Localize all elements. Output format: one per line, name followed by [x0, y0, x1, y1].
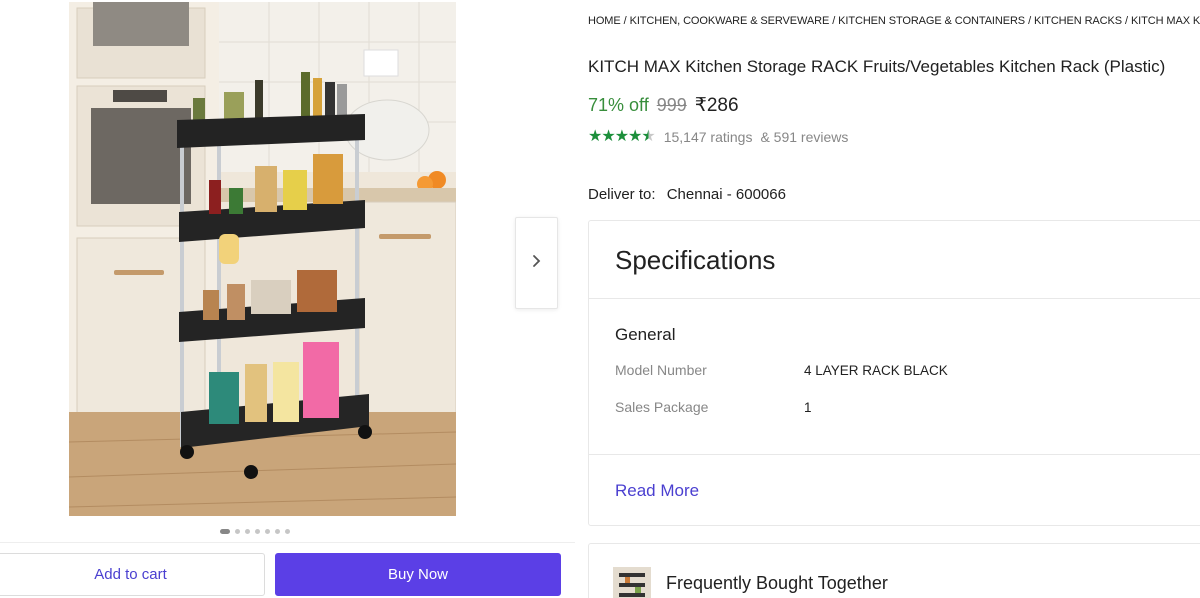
- fbt-title: Frequently Bought Together: [666, 573, 888, 593]
- purchase-actions: Add to cart Buy Now: [0, 542, 575, 598]
- breadcrumb-item[interactable]: KITCHEN STORAGE & CONTAINERS: [838, 15, 1025, 27]
- product-image[interactable]: [69, 2, 456, 516]
- reviews-count: & 591 reviews: [760, 129, 849, 145]
- frequently-bought-together: Frequently Bought Together: [588, 543, 1200, 598]
- ratings-count: 15,147 ratings: [663, 129, 753, 145]
- carousel-dot[interactable]: [220, 529, 230, 534]
- carousel-dot[interactable]: [285, 529, 290, 534]
- fbt-thumbnail[interactable]: [613, 567, 651, 598]
- star-icon: ★: [614, 128, 630, 145]
- star-icon: ★: [601, 128, 616, 145]
- half-star-icon: ★: [641, 128, 656, 145]
- spec-key: Sales Package: [615, 399, 709, 415]
- rating-row[interactable]: ★ ★ ★ ★ ★ 15,147 ratings & 591 reviews: [588, 128, 849, 146]
- breadcrumb-item[interactable]: KITCH MAX KITCH: [1131, 15, 1200, 27]
- discount-percent: 71% off: [588, 95, 649, 115]
- delivery-pincode: Chennai - 600066: [666, 186, 786, 203]
- spec-row-model-number: Model Number 4 LAYER RACK BLACK: [615, 362, 948, 378]
- carousel-dot[interactable]: [245, 529, 250, 534]
- carousel-dot[interactable]: [235, 529, 240, 534]
- breadcrumb-item[interactable]: KITCHEN, COOKWARE & SERVEWARE: [630, 15, 830, 27]
- star-icon: ★: [588, 128, 603, 145]
- product-title: KITCH MAX Kitchen Storage RACK Fruits/Ve…: [588, 57, 1166, 76]
- spec-group-title: General: [615, 325, 676, 344]
- carousel-dot[interactable]: [275, 529, 280, 534]
- price-row: 71% off 999 ₹286: [588, 94, 739, 117]
- image-carousel-dots: [220, 529, 290, 534]
- breadcrumb: HOME / KITCHEN, COOKWARE & SERVEWARE / KITCH…: [588, 15, 1200, 27]
- breadcrumb-item[interactable]: KITCHEN RACKS: [1034, 15, 1122, 27]
- selling-price: ₹286: [694, 95, 739, 116]
- star-icon: ★: [628, 128, 643, 145]
- next-image-button[interactable]: [515, 217, 558, 309]
- deliver-label: Deliver to:: [588, 186, 656, 203]
- spec-value: 1: [804, 400, 812, 415]
- original-price: 999: [656, 95, 687, 115]
- buy-now-button[interactable]: Buy Now: [275, 553, 561, 596]
- spec-row-sales-package: Sales Package 1: [615, 399, 812, 415]
- spec-key: Model Number: [615, 362, 707, 378]
- spec-value: 4 LAYER RACK BLACK: [804, 363, 948, 378]
- divider: [589, 454, 1200, 455]
- product-gallery: Add to cart Buy Now: [0, 0, 575, 598]
- product-details: HOME / KITCHEN, COOKWARE & SERVEWARE / KITCH…: [588, 0, 1200, 598]
- breadcrumb-item[interactable]: HOME: [588, 15, 621, 27]
- add-to-cart-button[interactable]: Add to cart: [0, 553, 265, 596]
- product-photo: [69, 2, 456, 516]
- star-rating: ★ ★ ★ ★ ★: [588, 128, 656, 145]
- read-more-link[interactable]: Read More: [615, 481, 699, 501]
- carousel-dot[interactable]: [265, 529, 270, 534]
- chevron-right-icon: [531, 254, 543, 273]
- specifications-heading: Specifications: [589, 221, 1200, 299]
- specifications-card: Specifications General Model Number 4 LAY…: [588, 220, 1200, 526]
- delivery-location[interactable]: Deliver to: Chennai - 600066: [588, 186, 786, 203]
- carousel-dot[interactable]: [255, 529, 260, 534]
